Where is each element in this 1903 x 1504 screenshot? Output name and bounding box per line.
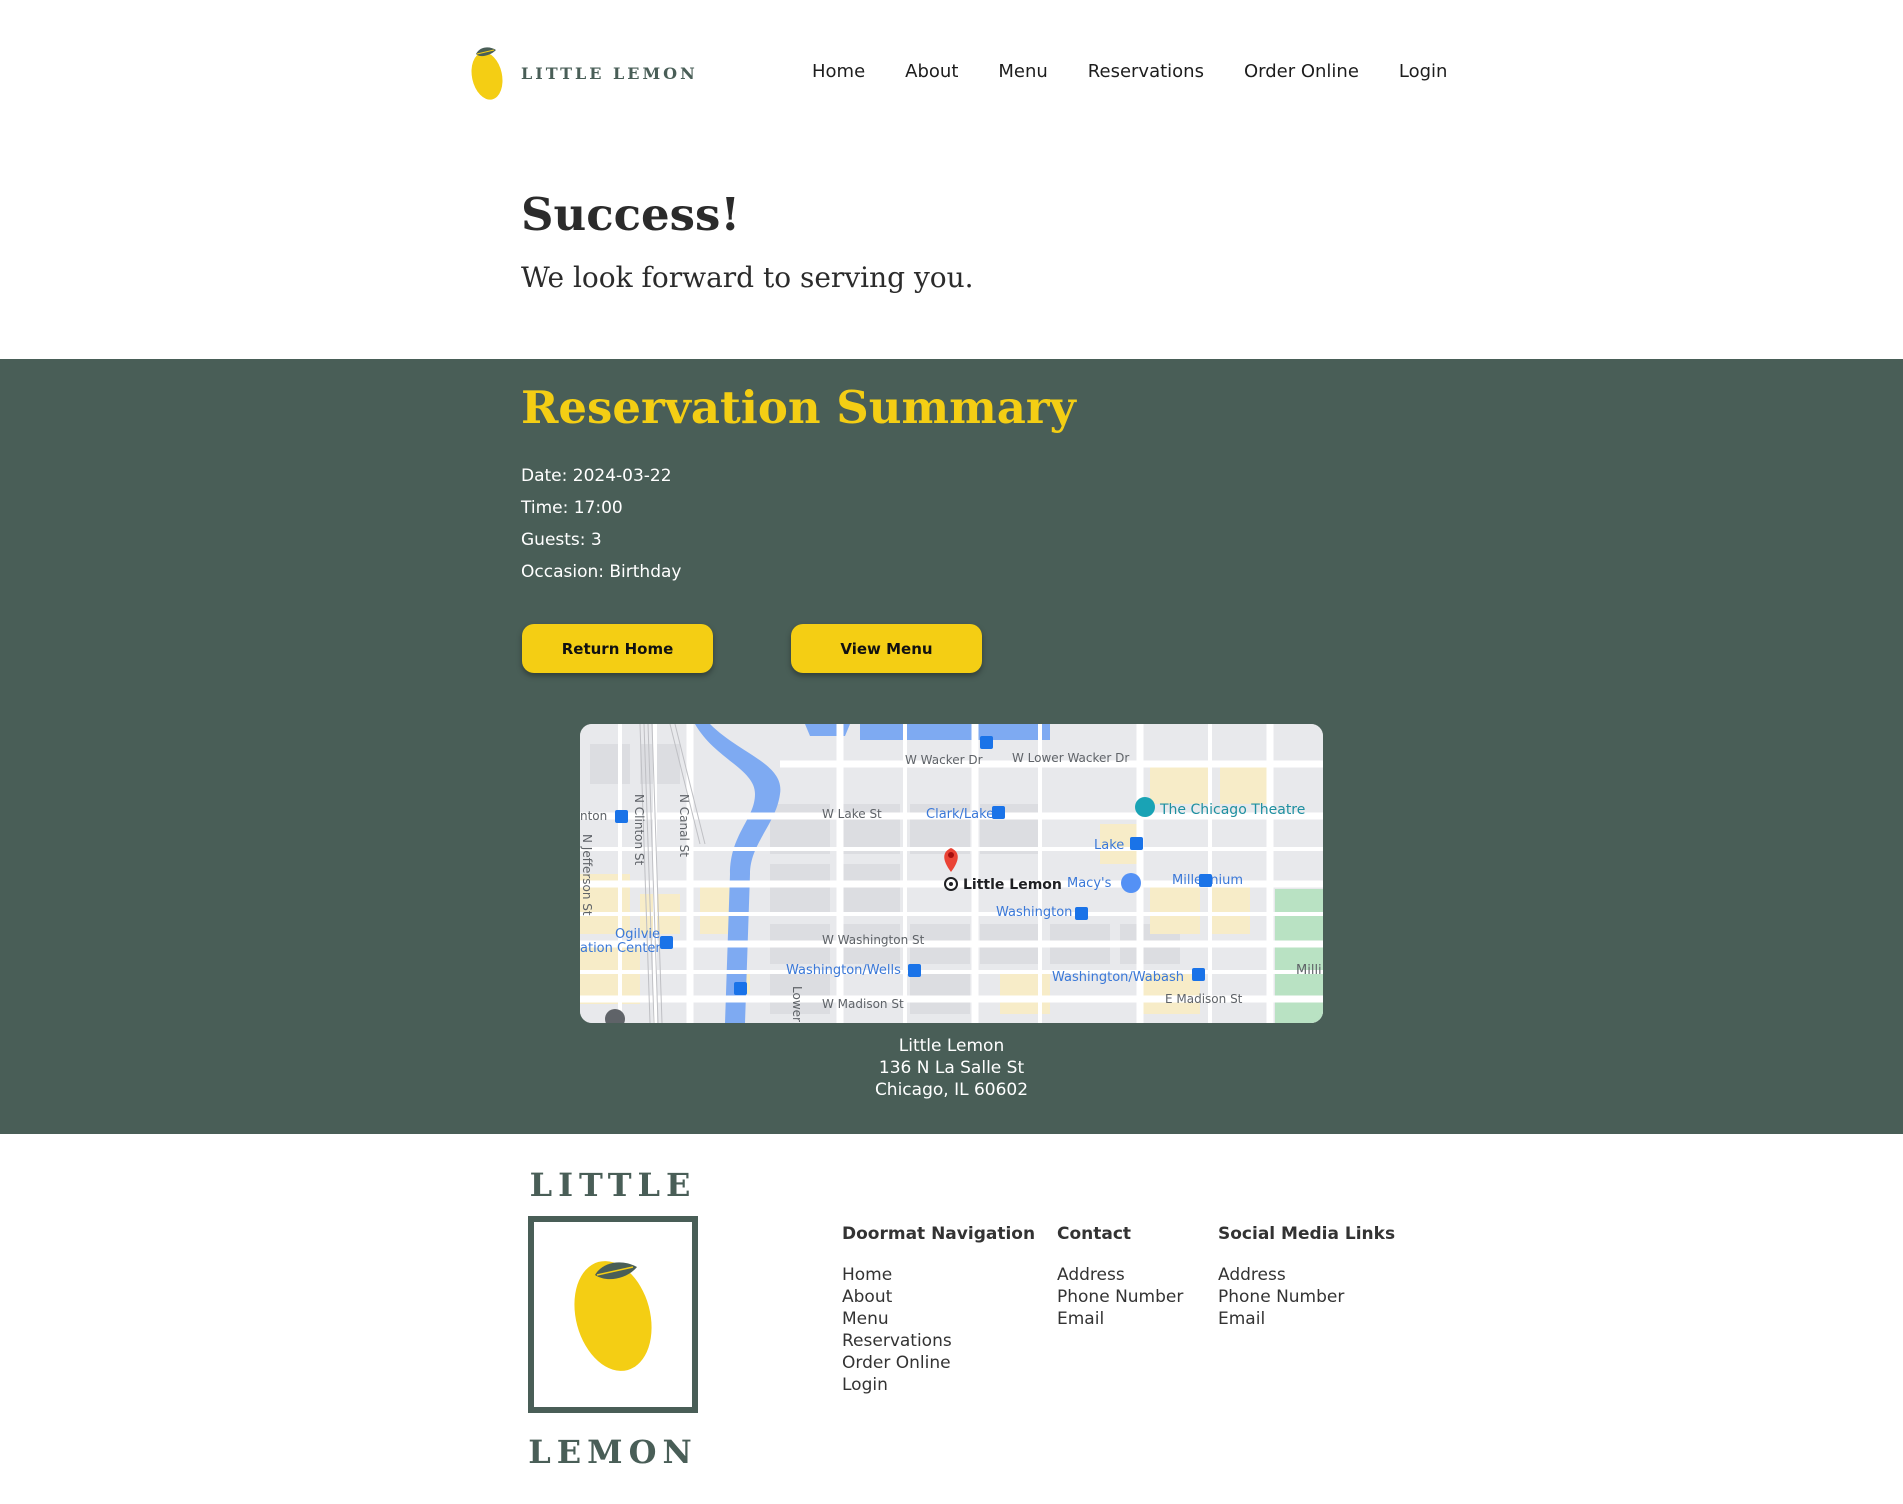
view-menu-button[interactable]: View Menu [791, 624, 982, 673]
site-header: LITTLE LEMON Home About Menu Reservation… [0, 0, 1903, 145]
footer-col-social: Social Media Links Address Phone Number … [1218, 1224, 1395, 1330]
success-subtitle: We look forward to serving you. [521, 261, 974, 294]
svg-text:Milli: Milli [1296, 963, 1322, 978]
svg-text:W Wacker Dr: W Wacker Dr [905, 753, 983, 767]
nav-about[interactable]: About [905, 61, 958, 82]
success-title: Success! [521, 188, 741, 241]
summary-title: Reservation Summary [521, 381, 1076, 434]
nav-login[interactable]: Login [1399, 61, 1448, 82]
svg-text:W Washington St: W Washington St [822, 933, 925, 947]
footer-link-social-address[interactable]: Address [1218, 1264, 1395, 1286]
summary-occasion: Occasion: Birthday [521, 562, 682, 582]
header-logo[interactable]: LITTLE LEMON [470, 44, 698, 102]
svg-text:N Canal St: N Canal St [677, 794, 691, 857]
footer-lemon-logo-icon: LITTLE LEMON [528, 1166, 698, 1471]
summary-guests: Guests: 3 [521, 530, 602, 550]
footer-link-phone[interactable]: Phone Number [1057, 1286, 1183, 1308]
footer-logo-bottom-text: LEMON [528, 1433, 697, 1469]
svg-text:Lake: Lake [1094, 838, 1124, 853]
footer-heading: Social Media Links [1218, 1224, 1396, 1244]
svg-text:Macy's: Macy's [1067, 876, 1112, 891]
location-map[interactable]: W Wacker Dr W Lower Wacker Dr W Lake St … [580, 724, 1323, 1023]
svg-text:Washington: Washington [996, 905, 1072, 920]
svg-text:Lower: Lower [790, 986, 804, 1022]
footer-link-home[interactable]: Home [842, 1264, 1035, 1286]
footer-col-contact: Contact Address Phone Number Email [1057, 1224, 1183, 1330]
footer-logo[interactable]: LITTLE LEMON [525, 1163, 702, 1471]
svg-text:W Madison St: W Madison St [822, 997, 904, 1011]
map-graphic: W Wacker Dr W Lower Wacker Dr W Lake St … [580, 724, 1323, 1023]
svg-text:N Clinton St: N Clinton St [632, 794, 646, 866]
footer-link-about[interactable]: About [842, 1286, 1035, 1308]
svg-text:E Madison St: E Madison St [1165, 992, 1243, 1006]
footer-link-social-phone[interactable]: Phone Number [1218, 1286, 1395, 1308]
map-place-label: Little Lemon [963, 877, 1062, 893]
footer-link-login[interactable]: Login [842, 1374, 1035, 1396]
brand-name: LITTLE LEMON [521, 63, 698, 83]
svg-text:W Lake St: W Lake St [822, 807, 882, 821]
return-home-button[interactable]: Return Home [522, 624, 713, 673]
footer-link-email[interactable]: Email [1057, 1308, 1183, 1330]
svg-text:Washington/Wabash: Washington/Wabash [1052, 970, 1184, 985]
footer-heading: Doormat Navigation [842, 1224, 1036, 1244]
svg-text:W Lower Wacker Dr: W Lower Wacker Dr [1012, 751, 1129, 765]
reservation-summary-section: Reservation Summary Date: 2024-03-22 Tim… [0, 359, 1903, 1134]
footer-link-reservations[interactable]: Reservations [842, 1330, 1035, 1352]
footer-link-order-online[interactable]: Order Online [842, 1352, 1035, 1374]
svg-text:The Chicago Theatre: The Chicago Theatre [1159, 802, 1305, 818]
footer-link-social-email[interactable]: Email [1218, 1308, 1395, 1330]
footer-link-menu[interactable]: Menu [842, 1308, 1035, 1330]
summary-time: Time: 17:00 [521, 498, 623, 518]
lemon-logo-icon [471, 47, 503, 100]
svg-text:Ogilvie: Ogilvie [615, 927, 660, 942]
nav-home[interactable]: Home [812, 61, 865, 82]
summary-date: Date: 2024-03-22 [521, 466, 672, 486]
nav-menu[interactable]: Menu [998, 61, 1047, 82]
footer-logo-top-text: LITTLE [530, 1166, 697, 1204]
main-nav: Home About Menu Reservations Order Onlin… [812, 61, 1487, 82]
nav-order-online[interactable]: Order Online [1244, 61, 1359, 82]
svg-text:Clark/Lake: Clark/Lake [926, 807, 994, 822]
svg-text:nton: nton [580, 809, 607, 823]
footer-col-doormat-nav: Doormat Navigation Home About Menu Reser… [842, 1224, 1035, 1396]
address-city: Chicago, IL 60602 [874, 1080, 1029, 1100]
address-name: Little Lemon [898, 1036, 1005, 1056]
nav-reservations[interactable]: Reservations [1088, 61, 1204, 82]
svg-text:ation Center: ation Center [580, 941, 661, 956]
svg-text:Washington/Wells: Washington/Wells [786, 963, 901, 978]
address-street: 136 N La Salle St [878, 1058, 1025, 1078]
footer-heading: Contact [1057, 1224, 1132, 1244]
svg-text:N Jefferson St: N Jefferson St [580, 834, 594, 916]
footer-link-address[interactable]: Address [1057, 1264, 1183, 1286]
